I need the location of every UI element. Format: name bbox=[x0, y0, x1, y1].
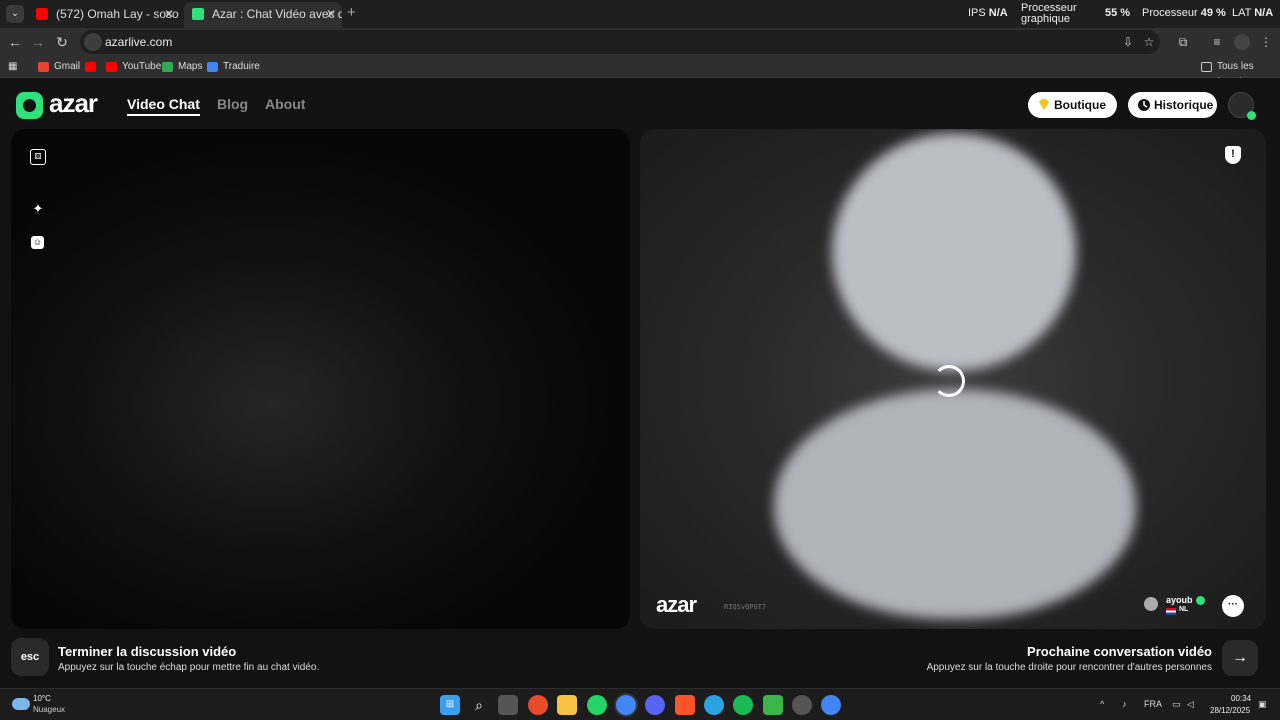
close-icon[interactable]: ✕ bbox=[164, 2, 174, 26]
discord-icon[interactable] bbox=[645, 695, 665, 715]
telegram-icon[interactable] bbox=[704, 695, 724, 715]
reload-icon[interactable]: ↻ bbox=[52, 32, 72, 52]
azar-watermark: azar bbox=[656, 592, 697, 617]
chat-message-button[interactable]: ··· bbox=[1222, 595, 1244, 617]
browser-toolbar: ← → ↻ azarlive.com ⇩ ☆ ⧉ ≡ ⋮ bbox=[0, 28, 1280, 56]
netherlands-flag-icon bbox=[1166, 608, 1176, 615]
gem-icon bbox=[1039, 99, 1049, 110]
end-chat-key[interactable]: esc bbox=[11, 638, 49, 676]
youtube-icon bbox=[36, 8, 48, 20]
next-chat-title: Prochaine conversation vidéo bbox=[1027, 644, 1212, 659]
forward-icon[interactable]: → bbox=[28, 32, 48, 52]
bookmark-gmail[interactable]: Gmail bbox=[38, 59, 80, 75]
chrome-icon[interactable] bbox=[616, 695, 636, 715]
taskbar: 10°C Nuageux ⊞ ⌕ ^ ♪ FRA ▭ ◁ 00:34 28/12… bbox=[0, 688, 1280, 720]
azar-icon bbox=[192, 8, 204, 20]
session-id: RIQSvQPGT7 bbox=[724, 603, 767, 611]
search-icon[interactable]: ⌕ bbox=[469, 695, 489, 715]
whatsapp-icon[interactable] bbox=[587, 695, 607, 715]
microphone-icon[interactable]: ♪ bbox=[1122, 699, 1127, 709]
notification-icon[interactable]: ▣ bbox=[1258, 699, 1267, 710]
tab-title: Azar : Chat Vidéo avec de n bbox=[212, 7, 342, 21]
cloud-icon[interactable] bbox=[12, 698, 30, 710]
new-tab-button[interactable]: + bbox=[347, 4, 356, 21]
extensions-icon[interactable]: ⧉ bbox=[1175, 34, 1191, 50]
tab-strip: ⌄ (572) Omah Lay - soso (Offi ✕ Azar : C… bbox=[0, 0, 1280, 28]
loading-spinner bbox=[933, 365, 965, 397]
clock-icon bbox=[1138, 99, 1150, 111]
menu-icon[interactable]: ⋮ bbox=[1258, 34, 1274, 50]
bookmark-translate[interactable]: Traduire bbox=[207, 59, 260, 75]
placeholder-avatar-head bbox=[832, 133, 1076, 371]
sparkle-effects-icon[interactable]: ✦ bbox=[30, 201, 46, 217]
weather-temperature[interactable]: 10°C bbox=[33, 694, 51, 703]
media-controls-icon[interactable]: ≡ bbox=[1209, 34, 1225, 50]
nav-blog[interactable]: Blog bbox=[217, 96, 248, 112]
start-icon[interactable]: ⊞ bbox=[440, 695, 460, 715]
clock-date[interactable]: 28/12/2025 bbox=[1210, 706, 1250, 715]
placeholder-avatar-body bbox=[774, 389, 1136, 619]
cpu-label: Processeur 49 % bbox=[1142, 7, 1226, 19]
app-icon[interactable] bbox=[792, 695, 812, 715]
peer-info[interactable]: ayoub NL bbox=[1140, 592, 1206, 618]
close-icon[interactable]: ✕ bbox=[326, 2, 336, 26]
back-icon[interactable]: ← bbox=[5, 32, 25, 52]
site-info-icon[interactable] bbox=[84, 33, 102, 51]
fps-label: IPS N/A bbox=[968, 7, 1008, 19]
app-icon[interactable] bbox=[528, 695, 548, 715]
report-shield-icon[interactable]: ! bbox=[1225, 146, 1241, 164]
spotify-icon[interactable] bbox=[733, 695, 753, 715]
verified-badge-icon bbox=[1196, 596, 1205, 605]
azar-page: azar Video Chat Blog About Boutique Hist… bbox=[0, 78, 1280, 688]
volume-icon[interactable]: ◁ bbox=[1187, 699, 1194, 710]
network-icon[interactable]: ▭ bbox=[1172, 699, 1181, 710]
bookmark-star-icon[interactable]: ☆ bbox=[1141, 34, 1157, 50]
azar-logo-icon[interactable] bbox=[16, 92, 43, 119]
bookmark-maps[interactable]: Maps bbox=[162, 59, 202, 75]
tab-title: (572) Omah Lay - soso (Offi bbox=[56, 7, 180, 21]
language-indicator[interactable]: FRA bbox=[1144, 699, 1162, 709]
tab-azar[interactable]: Azar : Chat Vidéo avec de n ✕ bbox=[184, 2, 342, 28]
azar-logo[interactable]: azar bbox=[49, 88, 98, 119]
clock-time[interactable]: 00:34 bbox=[1231, 694, 1251, 703]
chrome-icon[interactable] bbox=[821, 695, 841, 715]
history-button[interactable]: Historique bbox=[1128, 92, 1217, 118]
install-app-icon[interactable]: ⇩ bbox=[1120, 34, 1136, 50]
user-avatar[interactable] bbox=[1228, 92, 1256, 120]
url-text[interactable]: azarlive.com bbox=[105, 30, 172, 54]
profile-avatar-icon[interactable] bbox=[1234, 34, 1250, 50]
peer-avatar bbox=[1144, 597, 1158, 611]
tab-youtube[interactable]: (572) Omah Lay - soso (Offi ✕ bbox=[28, 2, 180, 28]
shop-button[interactable]: Boutique bbox=[1028, 92, 1117, 118]
random-icon[interactable]: ⚄ bbox=[30, 149, 46, 165]
tab-search-button[interactable]: ⌄ bbox=[6, 5, 24, 23]
peer-country: NL bbox=[1179, 606, 1189, 613]
next-chat-subtitle: Appuyez sur la touche droite pour rencon… bbox=[926, 662, 1212, 673]
face-filter-icon[interactable]: ☺ bbox=[31, 236, 44, 249]
latency-label: LAT N/A bbox=[1232, 7, 1274, 19]
apps-icon[interactable]: ▦ bbox=[8, 59, 17, 75]
gpu-value: 55 % bbox=[1105, 7, 1131, 19]
bookmarks-bar: ▦ Gmail YouTube Maps Traduire Tous les f… bbox=[0, 56, 1280, 88]
remote-video-view: ! azar RIQSvQPGT7 ayoub NL ··· bbox=[640, 129, 1266, 629]
address-bar[interactable]: azarlive.com bbox=[80, 30, 1160, 54]
gpu-label: Processeur graphique bbox=[1021, 2, 1077, 25]
local-camera-view: ⚄ ✦ ☺ bbox=[11, 129, 630, 629]
bookmark-youtube[interactable]: YouTube bbox=[106, 59, 161, 75]
peer-name: ayoub bbox=[1166, 595, 1193, 605]
online-badge bbox=[1247, 111, 1256, 120]
nav-video-chat[interactable]: Video Chat bbox=[127, 96, 200, 116]
chevron-up-icon[interactable]: ^ bbox=[1100, 699, 1104, 709]
nav-about[interactable]: About bbox=[265, 96, 305, 112]
end-chat-title: Terminer la discussion vidéo bbox=[58, 644, 237, 659]
file-explorer-icon[interactable] bbox=[557, 695, 577, 715]
app-icon[interactable] bbox=[763, 695, 783, 715]
weather-condition[interactable]: Nuageux bbox=[33, 705, 65, 714]
next-chat-arrow-button[interactable]: → bbox=[1222, 640, 1258, 676]
brave-icon[interactable] bbox=[675, 695, 695, 715]
end-chat-subtitle: Appuyez sur la touche échap pour mettre … bbox=[58, 662, 320, 673]
task-view-icon[interactable] bbox=[498, 695, 518, 715]
